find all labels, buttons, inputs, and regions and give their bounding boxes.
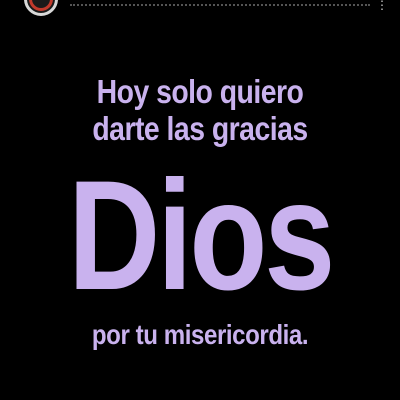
post-text-line-2: darte las gracias <box>92 110 308 147</box>
post-header: ⋮ <box>0 0 400 22</box>
post-text-line-1: Hoy solo quiero <box>96 73 304 110</box>
username-obscured <box>70 0 370 6</box>
avatar[interactable] <box>24 0 58 16</box>
post-text-headline: Dios <box>67 149 335 323</box>
post-screen: ⋮ Hoy solo quiero darte las gracias Dios… <box>0 0 400 400</box>
post-text-line-3: por tu misericordia. <box>91 319 309 350</box>
story-ring <box>29 0 53 11</box>
more-options-icon[interactable]: ⋮ <box>376 0 388 12</box>
